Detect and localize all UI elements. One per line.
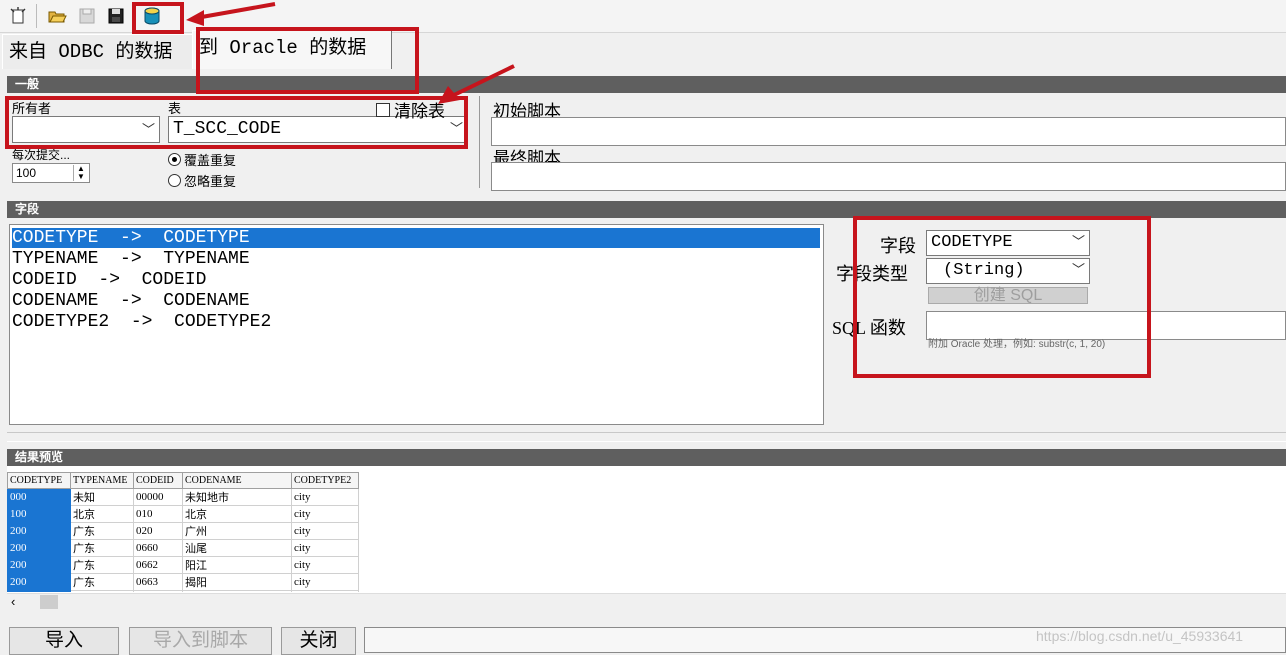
annotation-arrow-icon (186, 2, 276, 26)
table-cell[interactable]: 0660 (133, 539, 183, 557)
table-cell[interactable]: 200 (7, 539, 71, 557)
table-cell[interactable]: 汕尾 (182, 539, 292, 557)
watermark: https://blog.csdn.net/u_45933641 (1036, 628, 1244, 644)
commit-value: 100 (16, 166, 37, 180)
table-row[interactable]: 200 广东 0663 揭阳 city (7, 573, 359, 591)
tab-from-odbc[interactable]: 来自 ODBC 的数据 (2, 34, 196, 69)
annotation-box (5, 96, 468, 149)
table-cell[interactable]: 广东 (70, 590, 134, 592)
tab-label: 来自 ODBC 的数据 (9, 41, 173, 63)
annotation-box (196, 27, 419, 94)
column-header[interactable]: TYPENAME (70, 472, 134, 489)
new-icon (10, 7, 26, 24)
list-item[interactable]: TYPENAME -> TYPENAME (12, 249, 250, 269)
table-cell[interactable]: city (291, 590, 359, 592)
list-item[interactable]: CODENAME -> CODENAME (12, 291, 250, 311)
table-cell[interactable]: 0668 (133, 590, 183, 592)
radio-off-icon (168, 174, 181, 187)
folder-open-icon (48, 11, 67, 23)
table-cell[interactable]: 广东 (70, 573, 134, 591)
field-mapping-list[interactable]: CODETYPE -> CODETYPE TYPENAME -> TYPENAM… (9, 224, 824, 425)
table-row[interactable]: 200 广东 020 广州 city (7, 522, 359, 540)
table-cell[interactable]: 茂名 (182, 590, 292, 592)
table-cell[interactable]: 200 (7, 556, 71, 574)
table-cell[interactable]: city (291, 522, 359, 540)
annotation-box (853, 216, 1151, 378)
table-cell[interactable]: city (291, 505, 359, 523)
column-header[interactable]: CODETYPE2 (291, 472, 359, 489)
spin-arrows-icon[interactable]: ▲ ▼ (73, 165, 88, 181)
table-cell[interactable]: 北京 (182, 505, 292, 523)
table-row[interactable]: 000 未知 00000 未知地市 city (7, 488, 359, 506)
table-cell[interactable]: 200 (7, 522, 71, 540)
table-cell[interactable]: 广东 (70, 556, 134, 574)
new-button[interactable] (6, 4, 30, 28)
table-cell[interactable]: 阳江 (182, 556, 292, 574)
scrollbar-thumb[interactable] (40, 595, 58, 609)
horizontal-scrollbar[interactable]: ‹ (7, 593, 1286, 611)
table-cell[interactable]: 020 (133, 522, 183, 540)
preview-table[interactable]: CODETYPE TYPENAME CODEID CODENAME CODETY… (7, 472, 367, 592)
list-item[interactable]: CODEID -> CODEID (12, 270, 206, 290)
table-cell[interactable]: city (291, 573, 359, 591)
table-cell[interactable]: 100 (7, 505, 71, 523)
overwrite-label: 覆盖重复 (184, 153, 237, 168)
list-item[interactable]: CODETYPE -> CODETYPE (12, 228, 820, 248)
table-cell[interactable]: 广州 (182, 522, 292, 540)
table-row[interactable]: 100 北京 010 北京 city (7, 505, 359, 523)
ignore-radio[interactable]: 忽略重复 (168, 171, 236, 190)
ignore-label: 忽略重复 (184, 174, 237, 189)
table-cell[interactable]: 200 (7, 590, 71, 592)
table-header-row: CODETYPE TYPENAME CODEID CODENAME CODETY… (7, 472, 359, 489)
splitter[interactable] (7, 432, 1286, 442)
table-cell[interactable]: 0663 (133, 573, 183, 591)
table-cell[interactable]: 010 (133, 505, 183, 523)
table-cell[interactable]: 200 (7, 573, 71, 591)
column-header[interactable]: CODETYPE (7, 472, 71, 489)
table-cell[interactable]: 00000 (133, 488, 183, 506)
list-item[interactable]: CODETYPE2 -> CODETYPE2 (12, 312, 271, 332)
table-cell[interactable]: 广东 (70, 522, 134, 540)
toolbar-separator (36, 4, 37, 28)
final-script-input[interactable] (491, 162, 1286, 191)
open-button[interactable] (45, 4, 69, 28)
annotation-arrow-icon (438, 64, 515, 104)
save-button[interactable] (104, 4, 128, 28)
table-cell[interactable]: city (291, 556, 359, 574)
disk-disabled-icon (79, 8, 95, 24)
column-header[interactable]: CODENAME (182, 472, 292, 489)
table-cell[interactable]: 未知地市 (182, 488, 292, 506)
table-cell[interactable]: 广东 (70, 539, 134, 557)
table-cell[interactable]: 0662 (133, 556, 183, 574)
preview-section-header: 结果预览 (7, 449, 1286, 466)
save-disabled-button[interactable] (75, 4, 99, 28)
disk-icon (108, 8, 124, 24)
table-cell[interactable]: city (291, 488, 359, 506)
table-row[interactable]: 200 广东 0662 阳江 city (7, 556, 359, 574)
import-button[interactable]: 导入 (9, 627, 119, 655)
commit-stepper[interactable]: 100 ▲ ▼ (12, 163, 90, 183)
init-script-input[interactable] (491, 117, 1286, 146)
table-row[interactable]: 200广东0668茂名city (7, 590, 359, 592)
table-cell[interactable]: 000 (7, 488, 71, 506)
table-cell[interactable]: 北京 (70, 505, 134, 523)
table-cell[interactable]: 未知 (70, 488, 134, 506)
overwrite-radio[interactable]: 覆盖重复 (168, 150, 236, 169)
column-header[interactable]: CODEID (133, 472, 183, 489)
table-cell[interactable]: city (291, 539, 359, 557)
table-row[interactable]: 200 广东 0660 汕尾 city (7, 539, 359, 557)
table-cell[interactable]: 揭阳 (182, 573, 292, 591)
import-to-script-button[interactable]: 导入到脚本 (129, 627, 272, 655)
close-button[interactable]: 关闭 (281, 627, 356, 655)
annotation-box (132, 2, 184, 34)
chevron-left-icon[interactable]: ‹ (11, 594, 15, 609)
radio-on-icon (168, 153, 181, 166)
